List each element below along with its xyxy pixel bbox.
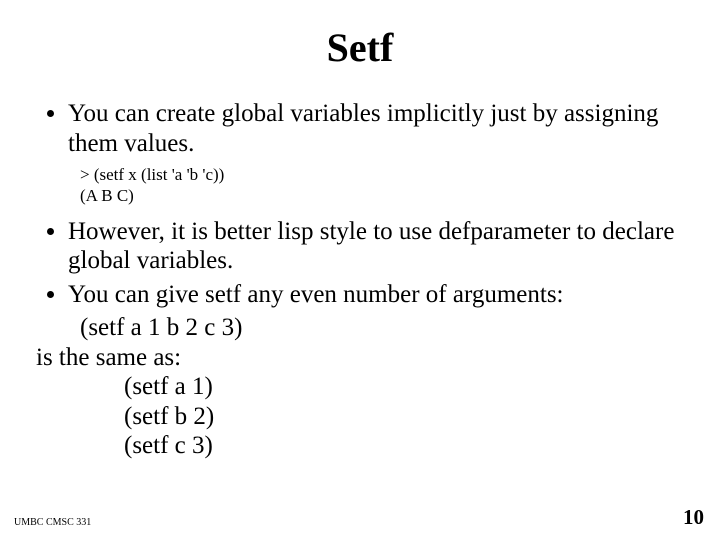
bullet-3: You can give setf any even number of arg… [68,280,684,310]
code-line: > (setf x (list 'a 'b 'c)) [80,164,684,185]
bullet-list: You can create global variables implicit… [68,99,684,158]
bullet-1: You can create global variables implicit… [68,99,684,158]
bullet-2: However, it is better lisp style to use … [68,217,684,276]
code-line: (A B C) [80,185,684,206]
footer-left: UMBC CMSC 331 [14,517,91,528]
slide-title: Setf [36,24,684,71]
example-line: (setf c 3) [124,431,684,461]
slide: Setf You can create global variables imp… [0,0,720,540]
example-line: (setf b 2) [124,402,684,432]
text-line: is the same as: [36,343,684,373]
slide-number: 10 [683,505,704,530]
code-example-1: > (setf x (list 'a 'b 'c)) (A B C) [80,164,684,207]
example-line: (setf a 1) [124,372,684,402]
bullet-list-2: However, it is better lisp style to use … [68,217,684,310]
example-line: (setf a 1 b 2 c 3) [80,313,684,343]
